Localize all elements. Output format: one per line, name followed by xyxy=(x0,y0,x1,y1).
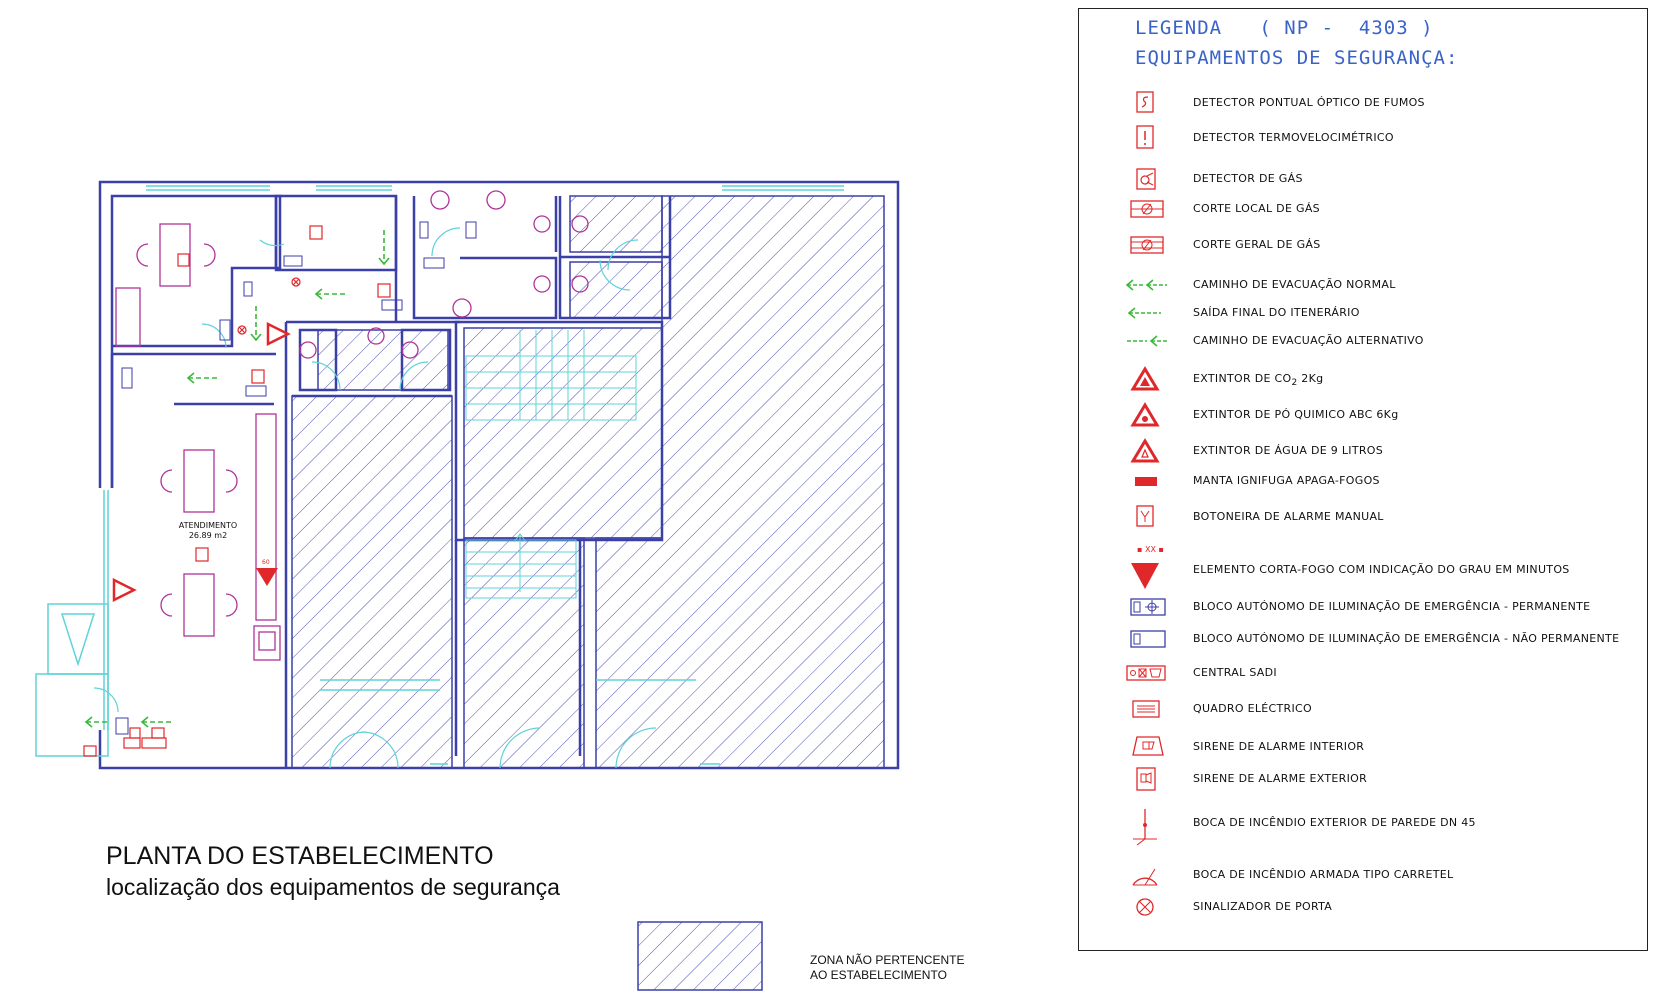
legend-item-label: SINALIZADOR DE PORTA xyxy=(1193,900,1333,913)
normal-evacuation-arrow-icon xyxy=(1123,271,1167,299)
legend-item-label: EXTINTOR DE CO2 2Kg xyxy=(1193,372,1324,389)
legend-item-label: BLOCO AUTÓNOMO DE ILUMINAÇÃO DE EMERGÊNC… xyxy=(1193,600,1591,613)
gas-detector-icon xyxy=(1123,165,1167,193)
legend-item: QUADRO ELÉCTRICO xyxy=(1079,695,1649,723)
local-gas-cutoff-icon xyxy=(1123,195,1167,223)
legend-item: CENTRAL SADI xyxy=(1079,659,1649,687)
legend-item-label: QUADRO ELÉCTRICO xyxy=(1193,702,1312,715)
fire-door-element-icon xyxy=(256,568,278,586)
legend-item: DETECTOR DE GÁS xyxy=(1079,165,1649,193)
legend-item-label: CAMINHO DE EVACUAÇÃO ALTERNATIVO xyxy=(1193,334,1424,347)
plan-title: PLANTA DO ESTABELECIMENTO xyxy=(106,842,494,870)
legend-item: DETECTOR TERMOVELOCIMÉTRICO xyxy=(1079,124,1649,152)
water-extinguisher-icon xyxy=(1123,437,1167,465)
hose-reel-icon xyxy=(1123,861,1167,889)
legend-item-label: EXTINTOR DE PÓ QUIMICO ABC 6Kg xyxy=(1193,408,1399,421)
legend-item: BLOCO AUTÓNOMO DE ILUMINAÇÃO DE EMERGÊNC… xyxy=(1079,625,1649,653)
exterior-siren-icon xyxy=(1123,765,1167,793)
legend-item: SIRENE DE ALARME INTERIOR xyxy=(1079,733,1649,761)
legend-item: BOTONEIRA DE ALARME MANUAL xyxy=(1079,503,1649,531)
heat-detector-icon xyxy=(1123,124,1167,152)
final-exit-arrow-icon xyxy=(1123,299,1167,327)
non-establishment-zone-swatch xyxy=(637,921,763,991)
legend-header: LEGENDA ( NP - 4303 ) xyxy=(1135,17,1434,39)
plan-subtitle: localização dos equipamentos de seguranç… xyxy=(106,874,560,900)
legend-item: MANTA IGNIFUGA APAGA-FOGOS xyxy=(1079,467,1649,495)
fire-rating-label: 60 xyxy=(262,559,270,566)
legend-item: ▪ XX ▪ ELEMENTO CORTA-FOGO COM INDICAÇÃO … xyxy=(1079,545,1649,589)
legend-item: BOCA DE INCÊNDIO ARMADA TIPO CARRETEL xyxy=(1079,861,1649,889)
legend-item-label: CAMINHO DE EVACUAÇÃO NORMAL xyxy=(1193,278,1396,291)
legend-item-label: SAÍDA FINAL DO ITENERÁRIO xyxy=(1193,306,1360,319)
legend-item: SIRENE DE ALARME EXTERIOR xyxy=(1079,765,1649,793)
room-area: 26.89 m2 xyxy=(189,531,227,540)
legend-item-label: DETECTOR PONTUAL ÓPTICO DE FUMOS xyxy=(1193,96,1425,109)
legend-item-label: ELEMENTO CORTA-FOGO COM INDICAÇÃO DO GRA… xyxy=(1193,563,1570,576)
legend-item-label: CORTE LOCAL DE GÁS xyxy=(1193,202,1320,215)
legend-subheader: EQUIPAMENTOS DE SEGURANÇA: xyxy=(1135,47,1459,69)
legend-item-label: DETECTOR TERMOVELOCIMÉTRICO xyxy=(1193,131,1394,144)
alternative-evacuation-arrow-icon xyxy=(1123,327,1167,355)
legend-item: BLOCO AUTÓNOMO DE ILUMINAÇÃO DE EMERGÊNC… xyxy=(1079,593,1649,621)
legend-item-label: DETECTOR DE GÁS xyxy=(1193,172,1303,185)
manual-alarm-button-icon xyxy=(1123,503,1167,531)
powder-extinguisher-icon xyxy=(1123,401,1167,429)
legend-item-label: BLOCO AUTÓNOMO DE ILUMINAÇÃO DE EMERGÊNC… xyxy=(1193,632,1620,645)
smoke-detector-icon xyxy=(377,283,391,298)
legend-item: EXTINTOR DE CO2 2Kg xyxy=(1079,365,1649,393)
smoke-detector-icon xyxy=(177,253,190,267)
interior-siren-icon xyxy=(1123,733,1167,761)
extinguisher-icon xyxy=(112,577,137,603)
zone-label-line2: AO ESTABELECIMENTO xyxy=(810,968,947,982)
legend-item-label: CORTE GERAL DE GÁS xyxy=(1193,238,1321,251)
legend-item-label: EXTINTOR DE ÁGUA DE 9 LITROS xyxy=(1193,444,1384,457)
door-signal-icon xyxy=(1123,893,1167,921)
permanent-emergency-light-icon xyxy=(1123,593,1167,621)
legend-item: CORTE GERAL DE GÁS xyxy=(1079,231,1649,259)
zone-label: ZONA NÃO PERTENCENTE AO ESTABELECIMENTO xyxy=(810,953,964,983)
zone-label-line1: ZONA NÃO PERTENCENTE xyxy=(810,953,965,967)
fire-door-element-icon: ▪ XX ▪ xyxy=(1123,545,1167,589)
exterior-hydrant-icon xyxy=(1123,809,1167,846)
smoke-detector-icon xyxy=(1123,89,1167,117)
legend-item: CAMINHO DE EVACUAÇÃO ALTERNATIVO xyxy=(1079,327,1649,355)
legend-panel: LEGENDA ( NP - 4303 ) EQUIPAMENTOS DE SE… xyxy=(1078,8,1648,951)
legend-item-label: SIRENE DE ALARME INTERIOR xyxy=(1193,740,1365,753)
legend-item-label: BOCA DE INCÊNDIO ARMADA TIPO CARRETEL xyxy=(1193,868,1454,881)
legend-item: EXTINTOR DE PÓ QUIMICO ABC 6Kg xyxy=(1079,401,1649,429)
electrical-panel-icon xyxy=(1123,695,1167,723)
legend-item: SAÍDA FINAL DO ITENERÁRIO xyxy=(1079,299,1649,327)
smoke-detector-icon xyxy=(251,369,265,384)
fire-rating-mark: ▪ XX ▪ xyxy=(1137,545,1164,554)
legend-item: CAMINHO DE EVACUAÇÃO NORMAL xyxy=(1079,271,1649,299)
legend-item-label: BOTONEIRA DE ALARME MANUAL xyxy=(1193,510,1384,523)
legend-item-label: CENTRAL SADI xyxy=(1193,666,1277,679)
legend-item: EXTINTOR DE ÁGUA DE 9 LITROS xyxy=(1079,437,1649,465)
general-gas-cutoff-icon xyxy=(1123,231,1167,259)
fire-blanket-icon xyxy=(1123,467,1167,495)
legend-item-label: SIRENE DE ALARME EXTERIOR xyxy=(1193,772,1368,785)
legend-item: CORTE LOCAL DE GÁS xyxy=(1079,195,1649,223)
legend-item-label: BOCA DE INCÊNDIO EXTERIOR DE PAREDE DN 4… xyxy=(1193,816,1476,829)
smoke-detector-icon xyxy=(309,225,323,240)
legend-item: DETECTOR PONTUAL ÓPTICO DE FUMOS xyxy=(1079,89,1649,117)
non-permanent-emergency-light-icon xyxy=(1123,625,1167,653)
smoke-detector-icon xyxy=(195,547,209,562)
room-label: ATENDIMENTO xyxy=(179,521,237,530)
co2-extinguisher-icon xyxy=(1123,365,1167,393)
legend-item: SINALIZADOR DE PORTA xyxy=(1079,893,1649,921)
legend-item: BOCA DE INCÊNDIO EXTERIOR DE PAREDE DN 4… xyxy=(1079,809,1649,846)
legend-item-label: MANTA IGNIFUGA APAGA-FOGOS xyxy=(1193,474,1380,487)
sadi-central-icon xyxy=(1123,659,1167,687)
